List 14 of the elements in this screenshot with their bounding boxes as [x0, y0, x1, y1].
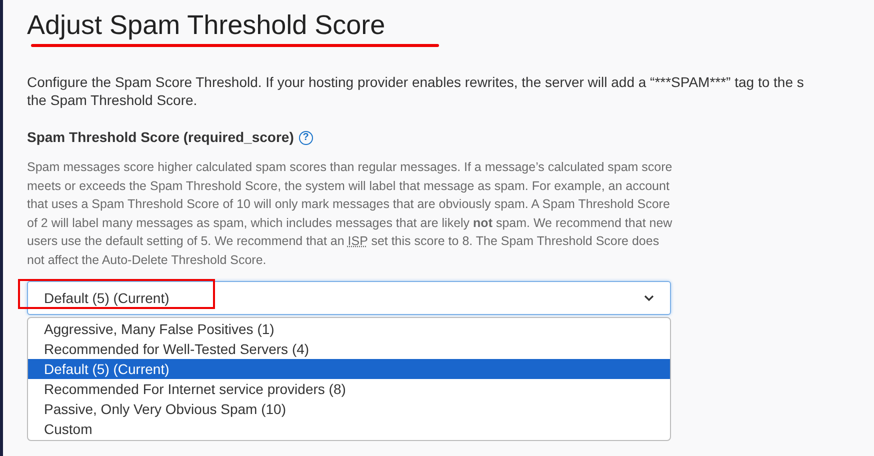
- description-text: Spam messages score higher calculated spam scores than regular messages. If a message’s calculated spam score meets or exceeds the Spam Threshold Score, the system will label that message as spam. For example, an account that uses a Spam Threshold Score of 10 will only mark messages that are obviously spam. A Spam Threshold Score of 2 will label many messages as spam, which includes messages that are likely not spam. We recommend that new users use the default setting of 5. We recommend that an ISP set this score to 8. The Spam Threshold Score does not affect the Auto-Delete Threshold Score.: [27, 159, 674, 268]
- option-item[interactable]: Recommended For Internet service providers (8): [28, 379, 670, 399]
- option-item[interactable]: Aggressive, Many False Positives (1): [28, 319, 670, 339]
- intro-text: Configure the Spam Score Threshold. If your hosting provider enables rewrites, the server will add a “***SPAM***” tag to the s: [27, 73, 804, 91]
- page-title: Adjust Spam Threshold Score: [27, 9, 386, 42]
- option-item[interactable]: Passive, Only Very Obvious Spam (10): [28, 399, 670, 419]
- chevron-down-icon: [644, 294, 654, 302]
- help-icon[interactable]: ?: [298, 130, 313, 144]
- field-label: Spam Threshold Score (required_score): [27, 128, 294, 147]
- option-item[interactable]: Recommended for Well-Tested Servers (4): [28, 339, 670, 359]
- intro-text: the Spam Threshold Score.: [27, 91, 198, 109]
- option-item[interactable]: Custom: [28, 419, 670, 439]
- score-select[interactable]: Default (5) (Current): [27, 281, 671, 315]
- option-item[interactable]: Default (5) (Current): [28, 359, 670, 379]
